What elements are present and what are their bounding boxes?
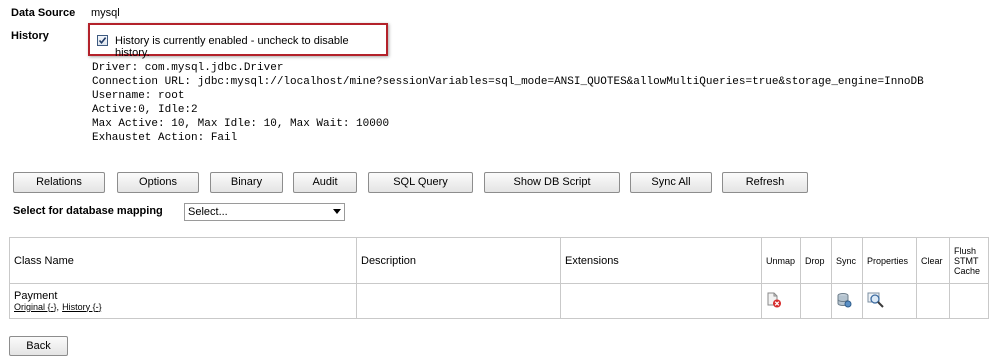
header-drop: Drop	[800, 237, 832, 284]
header-sync: Sync	[831, 237, 863, 284]
options-button[interactable]: Options	[117, 172, 199, 193]
original-link[interactable]: Original {-}	[14, 302, 57, 312]
table-row: Payment Original {-}, History {-}	[9, 283, 989, 319]
driver-line: Driver: com.mysql.jdbc.Driver	[92, 62, 284, 74]
header-flush-word: Flush	[954, 245, 977, 256]
connection-url-line: Connection URL: jdbc:mysql://localhost/m…	[92, 76, 924, 88]
cell-description	[356, 283, 561, 319]
header-unmap: Unmap	[761, 237, 801, 284]
max-settings-line: Max Active: 10, Max Idle: 10, Max Wait: …	[92, 118, 390, 130]
database-sync-icon[interactable]	[836, 292, 852, 308]
mapping-select-value: Select...	[188, 206, 228, 218]
datasource-value: mysql	[91, 7, 120, 19]
class-name-text: Payment	[14, 289, 58, 302]
show-db-script-button[interactable]: Show DB Script	[484, 172, 620, 193]
datasource-label: Data Source	[11, 7, 76, 19]
cell-clear	[916, 283, 950, 319]
cell-class-name: Payment Original {-}, History {-}	[9, 283, 357, 319]
mapping-select[interactable]: Select...	[184, 203, 345, 221]
header-class-name: Class Name	[9, 237, 357, 284]
cell-extensions	[560, 283, 762, 319]
cell-properties	[862, 283, 917, 319]
history-highlight-box: History is currently enabled - uncheck t…	[88, 23, 388, 59]
link-separator: ,	[56, 301, 60, 312]
header-properties: Properties	[862, 237, 917, 284]
audit-button[interactable]: Audit	[293, 172, 357, 193]
relations-button[interactable]: Relations	[13, 172, 105, 193]
checkmark-icon	[98, 37, 107, 45]
header-stmt-word: STMT	[954, 255, 979, 266]
history-checkbox-label[interactable]: History is currently enabled - uncheck t…	[115, 35, 386, 59]
sql-query-button[interactable]: SQL Query	[368, 172, 473, 193]
refresh-button[interactable]: Refresh	[722, 172, 808, 193]
header-flush-stmt-cache: Flush STMT Cache	[949, 237, 989, 284]
header-clear: Clear	[916, 237, 950, 284]
binary-button[interactable]: Binary	[210, 172, 283, 193]
mapping-label: Select for database mapping	[13, 205, 163, 217]
history-checkbox[interactable]	[97, 35, 108, 46]
back-button[interactable]: Back	[9, 336, 68, 356]
magnifier-icon[interactable]	[867, 292, 885, 308]
cell-unmap	[761, 283, 801, 319]
table-header-row: Class Name Description Extensions Unmap …	[9, 237, 989, 284]
header-description: Description	[356, 237, 561, 284]
chevron-down-icon	[333, 209, 341, 214]
cell-drop	[800, 283, 832, 319]
sync-all-button[interactable]: Sync All	[630, 172, 712, 193]
history-link[interactable]: History {-}	[62, 302, 102, 312]
class-table: Class Name Description Extensions Unmap …	[9, 237, 989, 319]
header-cache-word: Cache	[954, 265, 981, 276]
username-line: Username: root	[92, 90, 185, 102]
header-extensions: Extensions	[560, 237, 762, 284]
cell-sync	[831, 283, 863, 319]
history-label: History	[11, 30, 49, 42]
exhaust-action-line: Exhaustet Action: Fail	[92, 132, 238, 144]
cell-flush	[949, 283, 989, 319]
unmap-icon[interactable]	[766, 292, 782, 308]
active-idle-line: Active:0, Idle:2	[92, 104, 198, 116]
